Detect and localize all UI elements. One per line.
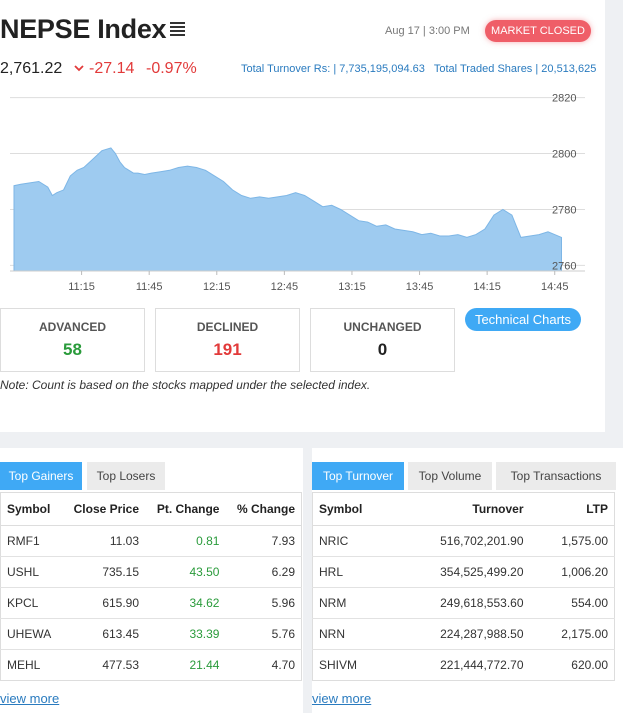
index-area-chart[interactable]: 2820 2800 2780 2760 11:15 11:45 12:15 12:45 13:1… xyxy=(0,80,605,300)
table-cell: 613.45 xyxy=(61,618,146,650)
table-row[interactable]: UHEWA 613.45 33.39 5.76 xyxy=(0,618,302,650)
market-datetime: Aug 17 | 3:00 PM xyxy=(385,25,470,37)
table-cell: HRL xyxy=(312,556,393,588)
x-tick-label: 11:15 xyxy=(68,281,95,293)
table-cell: USHL xyxy=(0,556,62,588)
table-row[interactable]: NRM 249,618,553.60 554.00 xyxy=(312,587,615,619)
table-cell: SHIVM xyxy=(312,649,393,681)
table-cell: NRIC xyxy=(312,525,393,557)
table-cell: 516,702,201.90 xyxy=(392,525,530,557)
y-tick-label: 2760 xyxy=(552,260,576,272)
table-row[interactable]: NRN 224,287,988.50 2,175.00 xyxy=(312,618,615,650)
index-change: -27.14 xyxy=(89,60,135,77)
market-status-badge: MARKET CLOSED xyxy=(485,20,591,42)
chevron-down-icon xyxy=(74,65,84,72)
x-tick-label: 12:15 xyxy=(203,281,231,293)
col-ltp: LTP xyxy=(529,492,615,526)
x-tick-label: 13:45 xyxy=(406,281,434,293)
tab-top-turnover[interactable]: Top Turnover xyxy=(312,462,404,490)
table-cell: 6.29 xyxy=(225,556,302,588)
table-row[interactable]: USHL 735.15 43.50 6.29 xyxy=(0,556,302,588)
gainers-panel: Top Gainers Top Losers Symbol Close Pric… xyxy=(0,448,303,713)
index-change-percent: -0.97% xyxy=(146,60,197,77)
x-tick-label: 13:15 xyxy=(338,281,366,293)
table-cell: 34.62 xyxy=(145,587,226,619)
table-cell: 2,175.00 xyxy=(529,618,615,650)
table-cell: 33.39 xyxy=(145,618,226,650)
y-tick-label: 2780 xyxy=(552,204,576,216)
table-cell: UHEWA xyxy=(0,618,62,650)
advanced-stat: ADVANCED 58 xyxy=(0,308,145,372)
unchanged-count: 0 xyxy=(377,340,388,359)
col-pct-change: % Change xyxy=(225,492,302,526)
table-cell: NRN xyxy=(312,618,393,650)
page-title: NEPSE Index xyxy=(0,14,167,44)
col-close-price: Close Price xyxy=(61,492,146,526)
table-cell: 620.00 xyxy=(529,649,615,681)
x-tick-label: 12:45 xyxy=(271,281,299,293)
index-card: NEPSE Index Aug 17 | 3:00 PM MARKET CLOS… xyxy=(0,0,605,432)
x-tick-label: 11:45 xyxy=(136,281,163,293)
table-cell: 5.96 xyxy=(225,587,302,619)
advanced-count: 58 xyxy=(63,340,82,359)
declined-count: 191 xyxy=(213,340,242,359)
total-turnover: Total Turnover Rs: | 7,735,195,094.63 xyxy=(241,63,425,75)
tab-top-transactions[interactable]: Top Transactions xyxy=(496,462,616,490)
table-row[interactable]: MEHL 477.53 21.44 4.70 xyxy=(0,649,302,681)
gainers-view-more-link[interactable]: view more xyxy=(0,691,59,706)
table-cell: 5.76 xyxy=(225,618,302,650)
turnover-summary: Total Turnover Rs: | 7,735,195,094.63 To… xyxy=(241,63,596,75)
col-symbol: Symbol xyxy=(0,492,62,526)
table-cell: NRM xyxy=(312,587,393,619)
table-cell: 0.81 xyxy=(145,525,226,557)
unchanged-label: UNCHANGED xyxy=(343,320,422,334)
col-symbol: Symbol xyxy=(312,492,393,526)
table-cell: RMF1 xyxy=(0,525,62,557)
table-cell: 1,006.20 xyxy=(529,556,615,588)
table-row[interactable]: HRL 354,525,499.20 1,006.20 xyxy=(312,556,615,588)
advanced-label: ADVANCED xyxy=(38,320,107,334)
table-cell: KPCL xyxy=(0,587,62,619)
table-cell: 224,287,988.50 xyxy=(392,618,530,650)
declined-stat: DECLINED 191 xyxy=(155,308,300,372)
table-cell: 221,444,772.70 xyxy=(392,649,530,681)
table-cell: 1,575.00 xyxy=(529,525,615,557)
table-cell: 7.93 xyxy=(225,525,302,557)
col-pt-change: Pt. Change xyxy=(145,492,226,526)
declined-label: DECLINED xyxy=(196,320,259,334)
table-cell: 735.15 xyxy=(61,556,146,588)
table-row[interactable]: SHIVM 221,444,772.70 620.00 xyxy=(312,649,615,681)
tab-top-gainers[interactable]: Top Gainers xyxy=(0,462,82,490)
turnover-panel: Top Turnover Top Volume Top Transactions… xyxy=(312,448,623,713)
table-cell: 249,618,553.60 xyxy=(392,587,530,619)
col-turnover: Turnover xyxy=(392,492,530,526)
table-cell: 4.70 xyxy=(225,649,302,681)
unchanged-stat: UNCHANGED 0 xyxy=(310,308,455,372)
table-row[interactable]: NRIC 516,702,201.90 1,575.00 xyxy=(312,525,615,557)
turnover-table: Symbol Turnover LTP NRIC 516,702,201.90 1,… xyxy=(312,492,615,681)
y-tick-label: 2820 xyxy=(552,93,576,105)
x-tick-label: 14:45 xyxy=(541,281,569,293)
table-cell: 554.00 xyxy=(529,587,615,619)
turnover-view-more-link[interactable]: view more xyxy=(312,691,371,706)
table-row[interactable]: KPCL 615.90 34.62 5.96 xyxy=(0,587,302,619)
table-cell: 43.50 xyxy=(145,556,226,588)
menu-icon[interactable] xyxy=(170,22,185,36)
x-tick-label: 14:15 xyxy=(473,281,501,293)
table-row[interactable]: RMF1 11.03 0.81 7.93 xyxy=(0,525,302,557)
table-cell: 354,525,499.20 xyxy=(392,556,530,588)
tab-top-volume[interactable]: Top Volume xyxy=(408,462,492,490)
y-tick-label: 2800 xyxy=(552,149,576,161)
index-value: 2,761.22 xyxy=(0,60,63,77)
table-cell: MEHL xyxy=(0,649,62,681)
table-cell: 21.44 xyxy=(145,649,226,681)
table-cell: 615.90 xyxy=(61,587,146,619)
index-note: Note: Count is based on the stocks mappe… xyxy=(0,378,371,392)
gainers-table: Symbol Close Price Pt. Change % Change R… xyxy=(0,492,302,681)
tab-top-losers[interactable]: Top Losers xyxy=(87,462,165,490)
table-cell: 11.03 xyxy=(61,525,146,557)
technical-charts-button[interactable]: Technical Charts xyxy=(465,308,581,331)
table-cell: 477.53 xyxy=(61,649,146,681)
total-traded-shares: Total Traded Shares | 20,513,625 xyxy=(433,63,597,75)
